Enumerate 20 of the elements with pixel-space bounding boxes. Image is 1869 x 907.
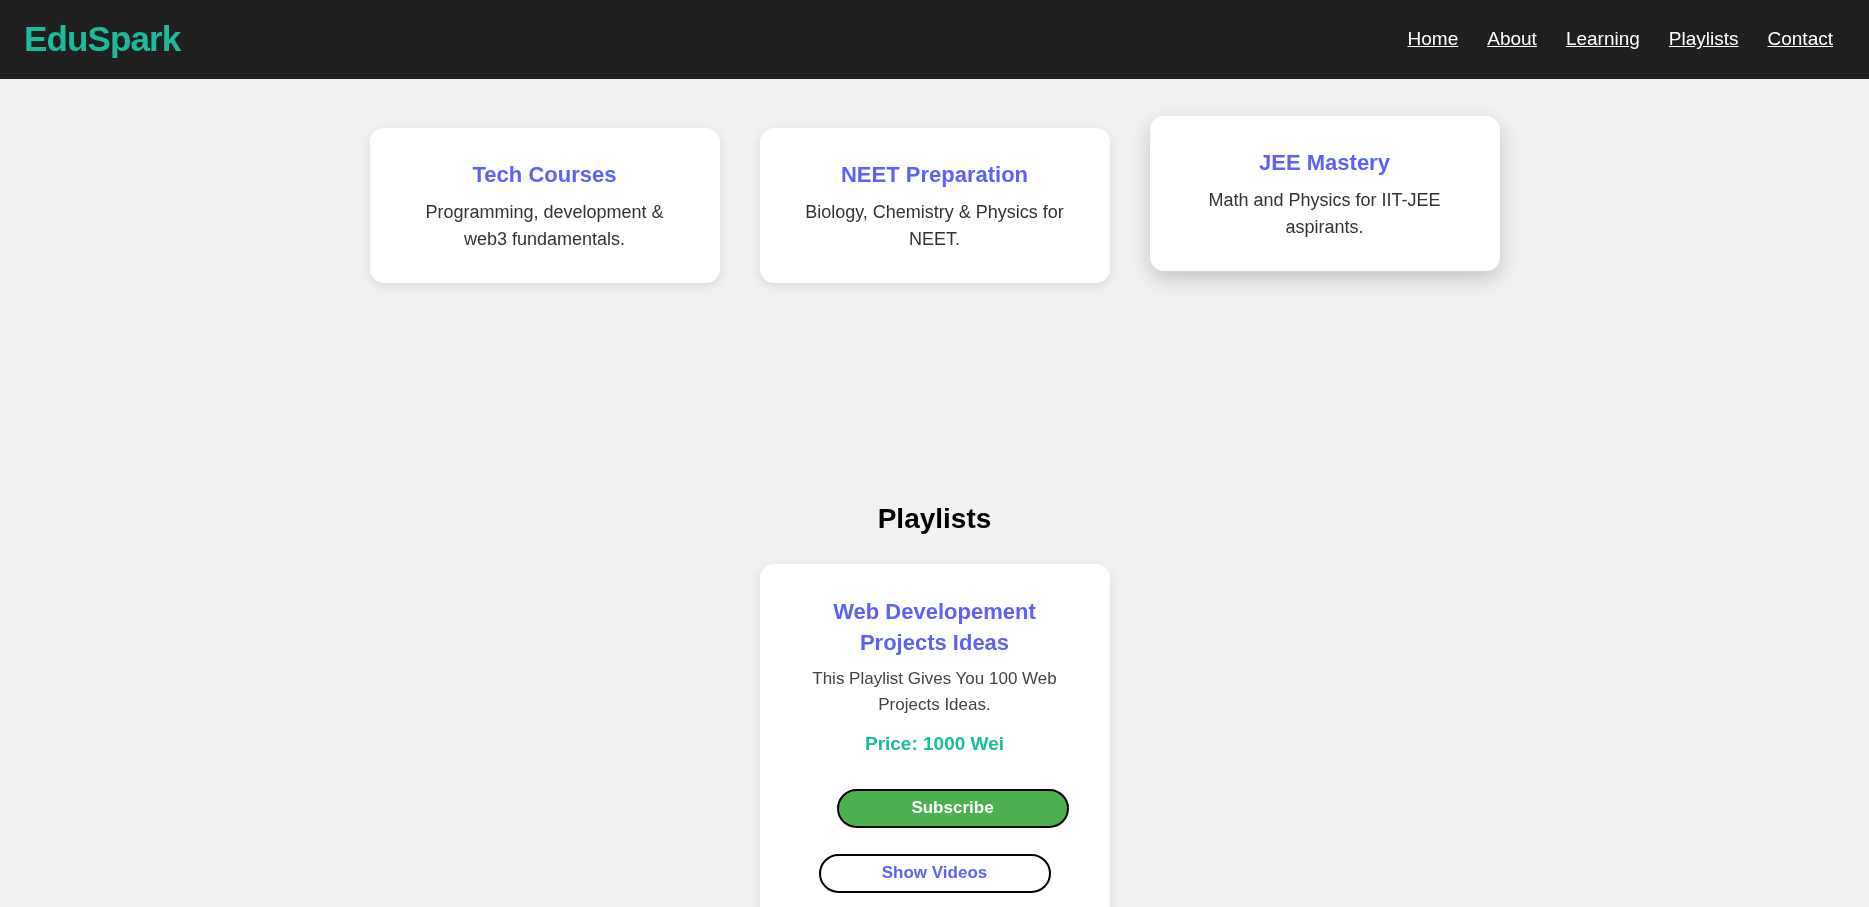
show-videos-button[interactable]: Show Videos [818,853,1051,893]
course-title: NEET Preparation [840,161,1028,189]
nav-link[interactable]: Home [1407,25,1459,54]
course-description: Biology, Chemistry & Physics for NEET. [804,201,1065,251]
course-description: Programming, development & web3 fundamentals. [424,201,665,251]
course-card[interactable]: JEE Mastery Math and Physics for IIT-JEE aspirants. [1149,116,1500,271]
playlist-title: Web Developement Projects Ideas [832,598,1037,657]
price-label: Price: 1000 Wei [864,732,1005,756]
nav-link[interactable]: Contact [1767,25,1833,54]
nav-link[interactable]: Learning [1565,25,1640,54]
logo[interactable]: EduSpark [24,13,181,66]
playlist-description: This Playlist Gives You 100 Web Projects Ideas. [811,668,1058,716]
course-card[interactable]: NEET Preparation Biology, Chemistry & Physics for NEET. [759,128,1110,283]
nav-link[interactable]: About [1487,25,1537,54]
section-heading: Playlists [877,502,992,536]
course-card[interactable]: Tech Courses Programming, development & web3 fundamentals. [369,128,720,283]
nav-link[interactable]: Playlists [1668,25,1739,54]
course-title: Tech Courses [472,161,617,189]
course-title: JEE Mastery [1259,149,1390,177]
course-description: Math and Physics for IIT-JEE aspirants. [1207,189,1442,239]
